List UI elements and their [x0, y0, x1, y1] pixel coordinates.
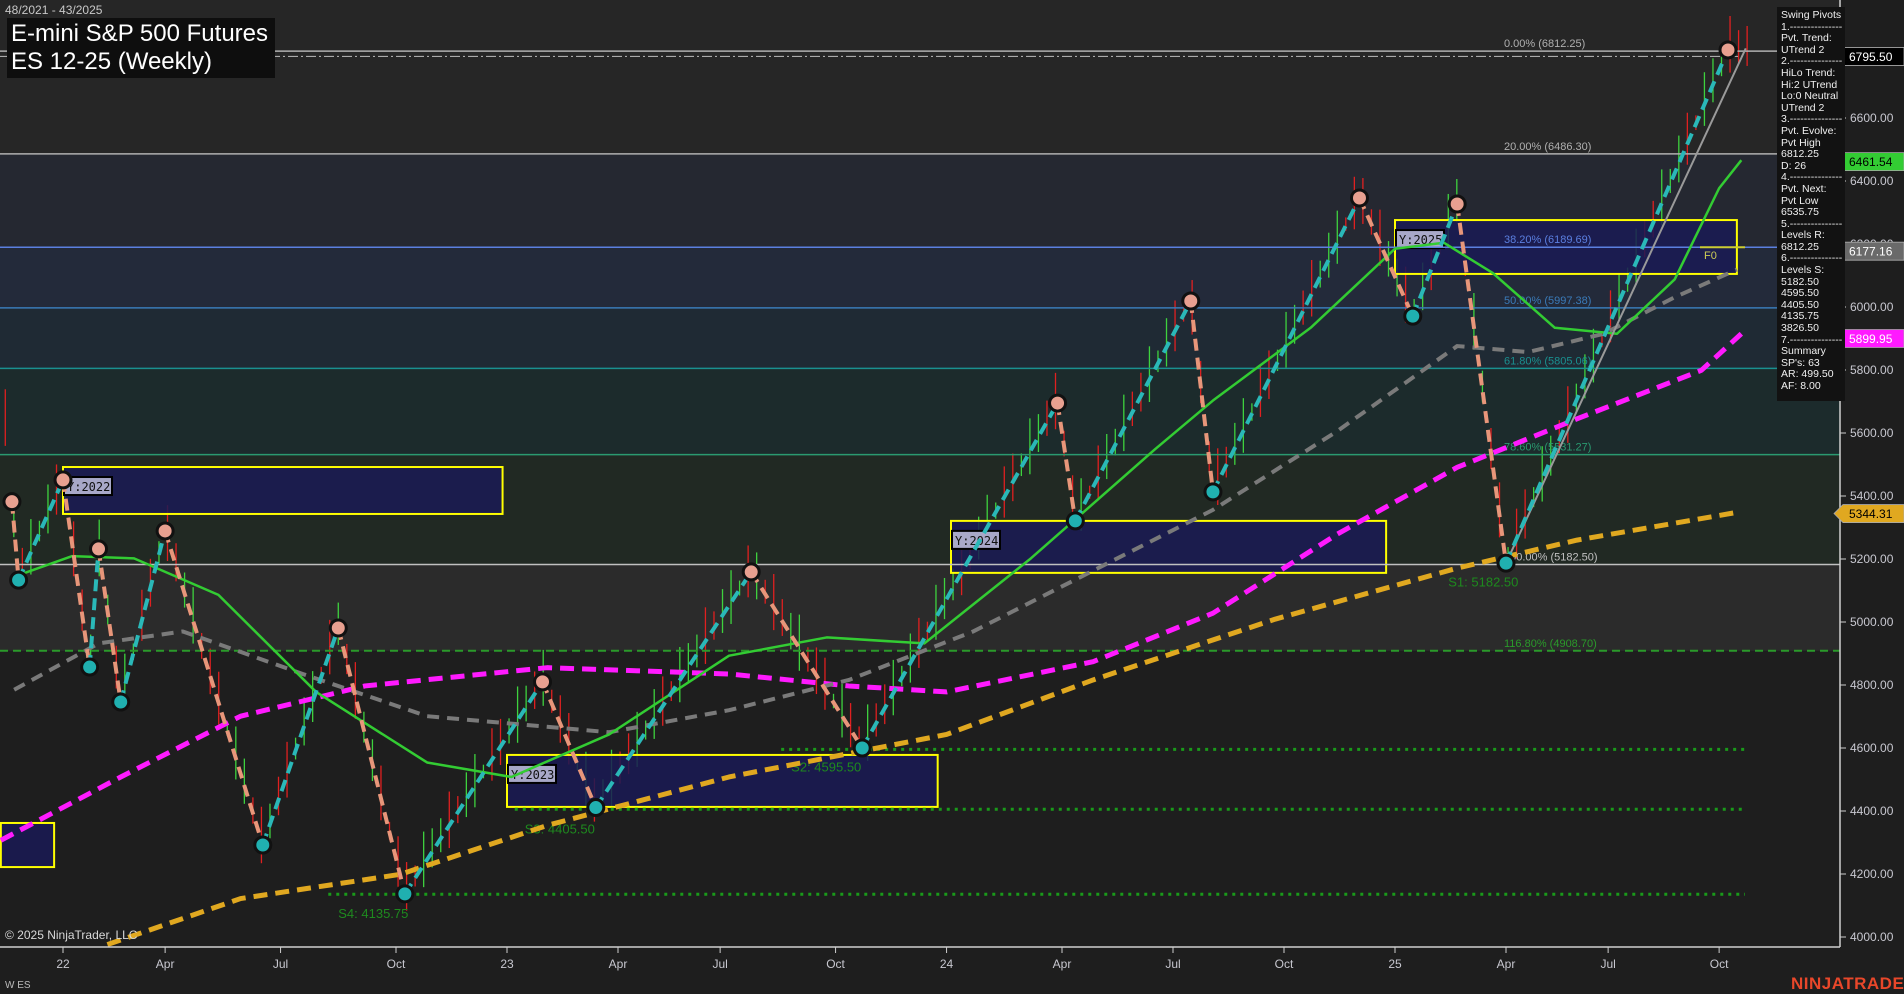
time-tick-label: 25: [1388, 957, 1402, 971]
info-line: Pvt. Evolve:: [1781, 124, 1837, 137]
pivot-high-marker: [89, 539, 109, 559]
time-tick-label: Apr: [1053, 957, 1072, 971]
pivot-low-marker: [80, 657, 100, 677]
time-tick-label: Oct: [826, 957, 845, 971]
fib-level-label: 20.00% (6486.30): [1504, 141, 1591, 153]
price-tick-label: 5200.00: [1850, 552, 1894, 566]
info-line: 3826.50: [1781, 322, 1819, 335]
f0-label: F0: [1704, 250, 1717, 262]
info-line: 6535.75: [1781, 206, 1819, 219]
year-zone: [506, 753, 939, 808]
pivot-high-marker: [1181, 291, 1201, 311]
pivot-high-marker: [2, 492, 22, 512]
time-tick-label: Apr: [609, 957, 628, 971]
pivot-high-marker: [1048, 393, 1068, 413]
pivot-high-marker: [155, 521, 175, 541]
time-tick-label: 23: [500, 957, 514, 971]
pivot-low-marker: [9, 570, 29, 590]
fib-level-label: 61.80% (5805.06): [1504, 355, 1591, 367]
pivot-high-marker: [1349, 188, 1369, 208]
support-label: S4: 4135.75: [338, 906, 408, 921]
price-tick-label: 4600.00: [1850, 741, 1894, 755]
pivot-high-marker: [1447, 194, 1467, 214]
price-tick-label: 6000.00: [1850, 300, 1894, 314]
time-tick-label: Oct: [1275, 957, 1294, 971]
pivot-low-marker: [586, 798, 606, 818]
price-tick-label: 4000.00: [1850, 930, 1894, 944]
price-tick-label: 5800.00: [1850, 363, 1894, 377]
time-tick-label: Jul: [1165, 957, 1180, 971]
price-tick-label: 6600.00: [1850, 111, 1894, 125]
info-line: AF: 8.00: [1781, 380, 1821, 392]
fib-band: [0, 0, 1840, 154]
pivot-high-marker: [741, 562, 761, 582]
time-tick-label: 24: [940, 957, 954, 971]
pivot-low-marker: [111, 692, 131, 712]
instrument-tag: W ES: [5, 980, 31, 991]
pivot-high-marker: [328, 618, 348, 638]
time-tick-label: Apr: [156, 957, 175, 971]
price-tick-label: 5000.00: [1850, 615, 1894, 629]
support-label: S2: 4595.50: [791, 759, 861, 774]
time-tick-label: Jul: [273, 957, 288, 971]
pivot-low-marker: [395, 884, 415, 904]
swing-pivots-panel: Swing Pivots 1.--------------- Pvt. Trend:…: [1777, 7, 1845, 401]
year-zone: [0, 821, 56, 869]
price-tick-label: 6400.00: [1850, 174, 1894, 188]
fib-level-label: 38.20% (6189.69): [1504, 234, 1591, 246]
time-tick-label: Jul: [1600, 957, 1615, 971]
up-swing-line: [260, 627, 341, 846]
price-tag-label: 5344.31: [1849, 507, 1893, 521]
chart-subtitle: ES 12-25 (Weekly): [11, 48, 212, 75]
pivot-low-marker: [1496, 553, 1516, 573]
fib-level-label: 116.80% (4908.70): [1504, 638, 1597, 650]
price-tick-label: 5600.00: [1850, 426, 1894, 440]
price-tick-label: 4800.00: [1850, 678, 1894, 692]
year-zone-label: Y:2022: [67, 480, 110, 494]
info-line: Swing Pivots: [1781, 9, 1842, 21]
fib-level-label: 100.00% (5182.50): [1504, 552, 1598, 564]
price-tick-label: 4200.00: [1850, 867, 1894, 881]
pivot-high-marker: [1718, 40, 1738, 60]
price-tag-label: 5899.95: [1849, 332, 1893, 346]
price-tag-label: 6177.16: [1849, 245, 1893, 259]
time-tick-label: Jul: [712, 957, 727, 971]
info-line: HiLo Trend:: [1781, 66, 1836, 79]
pivot-low-marker: [1203, 482, 1223, 502]
pivot-low-marker: [1403, 306, 1423, 326]
pivot-low-marker: [852, 738, 872, 758]
pivot-low-marker: [1065, 511, 1085, 531]
pivot-low-marker: [253, 835, 273, 855]
year-zone: [62, 466, 504, 515]
ninjatrader-logo: NINJATRADER: [1791, 974, 1904, 993]
copyright: © 2025 NinjaTrader, LLC: [5, 928, 138, 942]
pivot-high-marker: [53, 470, 73, 490]
info-line: Levels S:: [1781, 264, 1825, 277]
pivot-high-marker: [533, 672, 553, 692]
down-swing-line: [336, 627, 407, 895]
chart-title-box: E-mini S&P 500 Futures ES 12-25 (Weekly): [7, 18, 275, 78]
price-chart[interactable]: Y:2022Y:2023Y:2024Y:2025 0.00% (6812.25)…: [0, 0, 1904, 994]
time-tick-label: 22: [56, 957, 70, 971]
support-label: S1: 5182.50: [1448, 575, 1518, 590]
price-tick-label: 4400.00: [1850, 804, 1894, 818]
price-tag-label: 6795.50: [1849, 50, 1893, 64]
time-tick-label: Oct: [1710, 957, 1729, 971]
fib-level-label: 0.00% (6812.25): [1504, 38, 1585, 50]
info-line: Pvt. Next:: [1781, 182, 1827, 195]
fib-level-label: 50.00% (5997.38): [1504, 295, 1591, 307]
price-tick-label: 5400.00: [1850, 489, 1894, 503]
chart-title: E-mini S&P 500 Futures: [11, 20, 269, 47]
info-line: 6812.25: [1781, 148, 1819, 161]
time-tick-label: Apr: [1497, 957, 1516, 971]
time-axis[interactable]: 22 Apr Jul Oct 23 Apr Jul Oct 24 Apr Jul Oct 25 Apr Ju…: [0, 946, 1840, 971]
time-tick-label: Oct: [387, 957, 406, 971]
price-tag-label: 6461.54: [1849, 155, 1893, 169]
date-range: 48/2021 - 43/2025: [5, 3, 103, 17]
info-line: Lo:0 Neutral: [1781, 90, 1839, 103]
